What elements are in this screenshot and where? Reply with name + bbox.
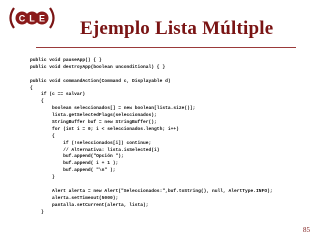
svg-text:C: C (19, 14, 26, 24)
code-line: public void pauseApp() { } (30, 58, 102, 63)
cle-logo-graphic: C L E (9, 7, 55, 29)
page-number: 85 (303, 226, 310, 234)
code-line: Alert alerta = new Alert("Seleccionados:… (30, 188, 273, 194)
svg-text:L: L (29, 14, 35, 24)
code-line: } (30, 209, 44, 215)
code-line: { (30, 133, 55, 139)
code-line: if (!seleccionados[i]) continue; (30, 140, 152, 146)
code-line: } (30, 175, 55, 181)
code-line: alerta.setTimeout(5000); (30, 195, 119, 201)
title-divider (36, 47, 296, 48)
code-line: lista.getSelectedFlags(seleccionados); (30, 113, 157, 119)
code-line: StringBuffer buf = new StringBuffer(); (30, 120, 157, 126)
code-line: buf.append( "\n" ); (30, 168, 116, 174)
code-line: pantalla.setCurrent(alerta, lista); (30, 202, 149, 208)
code-block: public void pauseApp() { } public void de… (30, 58, 300, 230)
code-line: if (c == salvar) (30, 92, 86, 98)
cle-logo: C L E (6, 4, 58, 32)
code-line: public void destroyApp(boolean unconditi… (30, 64, 166, 70)
slide-title: Ejemplo Lista Múltiple (80, 18, 274, 39)
code-line: for (int i = 0; i < seleccionados.length… (30, 126, 179, 132)
svg-text:E: E (39, 14, 45, 24)
code-line: public void commandAction(Command c, Dis… (30, 78, 171, 84)
